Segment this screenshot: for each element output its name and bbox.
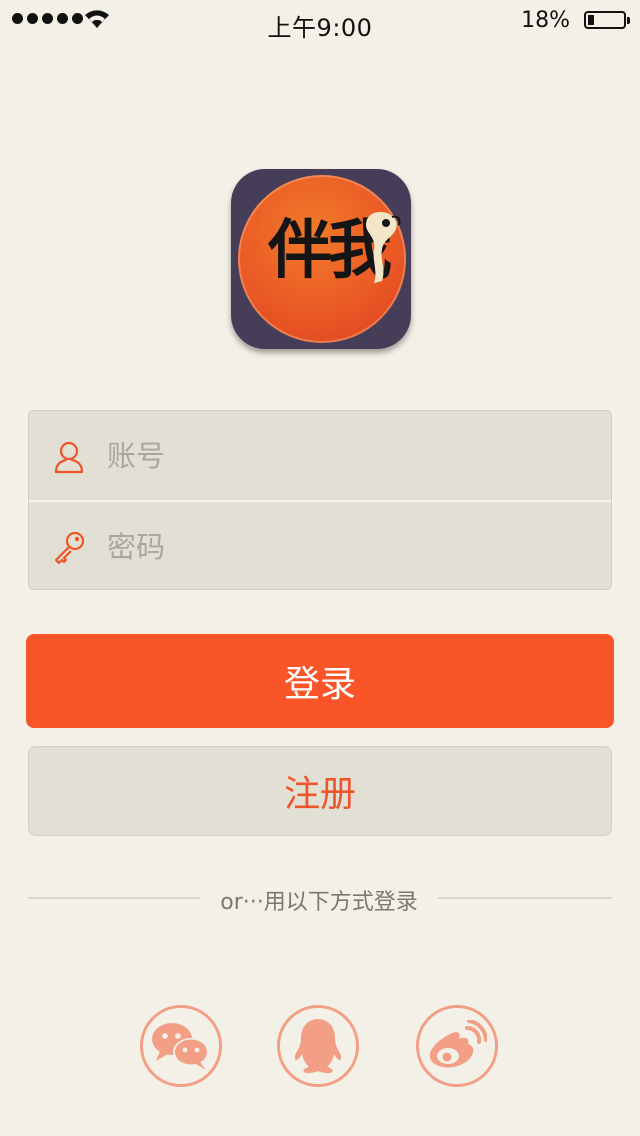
app-logo: 伴我 xyxy=(231,169,411,349)
weibo-login-button[interactable] xyxy=(416,1005,498,1087)
battery-icon xyxy=(584,11,630,29)
social-login-label: or···用以下方式登录 xyxy=(220,890,418,915)
key-icon xyxy=(54,531,85,565)
account-row xyxy=(29,411,611,500)
wechat-login-button[interactable] xyxy=(140,1005,222,1087)
wechat-icon xyxy=(152,1023,209,1070)
weibo-icon xyxy=(429,1020,487,1068)
login-button[interactable]: 登录 xyxy=(26,634,614,728)
account-input[interactable] xyxy=(105,433,589,479)
register-button[interactable]: 注册 xyxy=(28,746,612,836)
status-bar: 上午9:00 18% xyxy=(0,0,640,42)
qq-login-button[interactable] xyxy=(277,1005,359,1087)
password-row xyxy=(29,500,611,589)
user-icon xyxy=(54,441,84,474)
battery-percent: 18% xyxy=(521,8,570,33)
divider-line-right xyxy=(438,897,612,899)
qq-icon xyxy=(294,1019,342,1074)
login-form xyxy=(28,410,612,590)
password-input[interactable] xyxy=(105,524,589,570)
mascot-icon xyxy=(366,211,401,283)
divider-line-left xyxy=(28,897,200,899)
battery-level xyxy=(588,15,594,25)
